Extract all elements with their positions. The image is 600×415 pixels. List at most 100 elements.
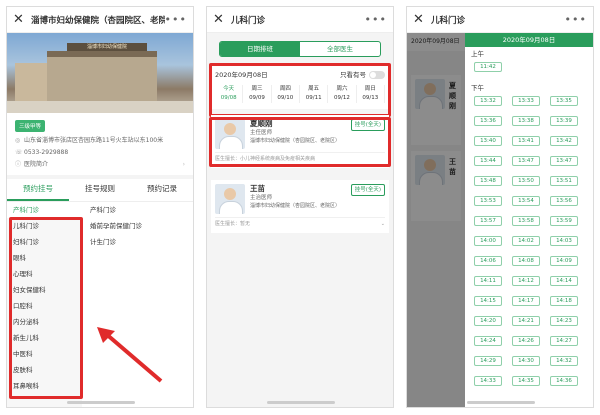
- time-slot-button[interactable]: 13:47: [550, 156, 578, 166]
- time-slot-button[interactable]: 14:12: [512, 276, 540, 286]
- time-slot-button[interactable]: 13:54: [512, 196, 540, 206]
- phone-row[interactable]: ☏ 0533-2929888: [15, 147, 185, 159]
- hospital-photo: 淄博市妇幼保健院: [7, 33, 193, 113]
- doctor-hospital: 淄博市妇幼保健院（杏园院区、老院区）: [250, 203, 341, 209]
- time-slot-button[interactable]: 13:58: [512, 216, 540, 226]
- tab-all-doctors[interactable]: 全部医生: [300, 42, 380, 56]
- avatar: [215, 184, 245, 214]
- time-slot-button[interactable]: 13:42: [550, 136, 578, 146]
- home-indicator: [267, 401, 335, 404]
- time-slot-button[interactable]: 13:53: [474, 196, 502, 206]
- time-slot-button[interactable]: 13:32: [474, 96, 502, 106]
- time-slot-button[interactable]: 13:36: [474, 116, 502, 126]
- time-slot-button[interactable]: 14:32: [550, 356, 578, 366]
- time-slot-button[interactable]: 14:17: [512, 296, 540, 306]
- doctor-title: 主治医师: [250, 195, 273, 201]
- time-slot-button[interactable]: 14:18: [550, 296, 578, 306]
- time-slot-button[interactable]: 14:08: [512, 256, 540, 266]
- phone-hospital: ✕ 淄博市妇幼保健院（杏园院区、老院区） ••• 淄博市妇幼保健院 三级甲等 ◎…: [6, 6, 194, 408]
- time-slot-button[interactable]: 13:56: [550, 196, 578, 206]
- title-bar: ✕ 淄博市妇幼保健院（杏园院区、老院区） •••: [7, 7, 193, 33]
- popup-date: 2020年09月08日: [465, 33, 593, 47]
- close-icon[interactable]: ✕: [13, 12, 27, 27]
- time-slot-button[interactable]: 14:15: [474, 296, 502, 306]
- time-slot-button[interactable]: 13:50: [512, 176, 540, 186]
- phone-timeslots: ✕ 儿科门诊 ••• 2020年09月08日 夏顺刚 王苗 2020年09月08…: [406, 6, 594, 408]
- phone-icon: ☏: [15, 149, 23, 156]
- time-slot-button[interactable]: 13:40: [474, 136, 502, 146]
- time-slot-button[interactable]: 14:20: [474, 316, 502, 326]
- time-slot-button[interactable]: 14:29: [474, 356, 502, 366]
- time-slot-button[interactable]: 13:35: [550, 96, 578, 106]
- doctor-card[interactable]: 王苗 主治医师 淄博市妇幼保健院（杏园院区、老院区） 挂号(全天) 医生擅长：暂…: [211, 180, 389, 233]
- tab-rules[interactable]: 挂号规则: [69, 179, 131, 201]
- address-row[interactable]: ◎ 山东省淄博市张店区杏园东路11号火车站以东100米: [15, 135, 185, 147]
- highlight-box: [209, 117, 391, 167]
- view-switch: 日期排班 全部医生: [219, 41, 381, 57]
- time-slot-button[interactable]: 14:23: [550, 316, 578, 326]
- time-slot-button[interactable]: 14:26: [512, 336, 540, 346]
- time-slot-button[interactable]: 11:42: [474, 62, 502, 72]
- arrow-annotation: [97, 327, 163, 383]
- chevron-right-icon: ›: [182, 161, 185, 168]
- time-slot-button[interactable]: 13:47: [512, 156, 540, 166]
- time-slot-button[interactable]: 13:44: [474, 156, 502, 166]
- tab-appointment[interactable]: 预约挂号: [7, 179, 69, 201]
- chevron-down-icon[interactable]: ⌄: [381, 220, 385, 229]
- time-slot-button[interactable]: 13:38: [512, 116, 540, 126]
- time-slot-button[interactable]: 14:27: [550, 336, 578, 346]
- tab-records[interactable]: 预约记录: [131, 179, 193, 201]
- department-item[interactable]: 产科门诊: [7, 202, 82, 218]
- time-slot-button[interactable]: 14:03: [550, 236, 578, 246]
- time-slot-button[interactable]: 14:24: [474, 336, 502, 346]
- time-slot-button[interactable]: 13:48: [474, 176, 502, 186]
- time-slot-button[interactable]: 14:06: [474, 256, 502, 266]
- sub-department-item[interactable]: 计生门诊: [82, 234, 193, 250]
- register-button[interactable]: 挂号(全天): [350, 184, 385, 196]
- grade-badge: 三级甲等: [15, 120, 46, 132]
- time-slot-button[interactable]: 14:02: [512, 236, 540, 246]
- time-slot-button[interactable]: 14:14: [550, 276, 578, 286]
- time-slot-button[interactable]: 14:09: [550, 256, 578, 266]
- home-indicator: [67, 401, 135, 404]
- page-title: 淄博市妇幼保健院（杏园院区、老院区）: [31, 15, 165, 26]
- more-icon[interactable]: •••: [365, 13, 387, 26]
- close-icon[interactable]: ✕: [413, 12, 427, 27]
- hospital-info: ◎ 山东省淄博市张店区杏园东路11号火车站以东100米 ☏ 0533-2929888…: [7, 135, 193, 175]
- time-slot-button[interactable]: 14:30: [512, 356, 540, 366]
- more-icon[interactable]: •••: [165, 13, 187, 26]
- time-slot-button[interactable]: 14:33: [474, 376, 502, 386]
- time-slot-button[interactable]: 14:00: [474, 236, 502, 246]
- time-slot-button[interactable]: 14:21: [512, 316, 540, 326]
- afternoon-label: 下午: [471, 84, 484, 92]
- time-slot-button[interactable]: 13:33: [512, 96, 540, 106]
- info-icon: ⓘ: [15, 161, 22, 168]
- morning-label: 上午: [471, 50, 484, 58]
- tab-bar: 预约挂号 挂号规则 预约记录: [7, 179, 193, 202]
- title-bar: ✕ 儿科门诊 •••: [407, 7, 593, 33]
- sub-department-item[interactable]: 产科门诊: [82, 202, 193, 218]
- morning-slots: 11:42: [465, 61, 593, 81]
- home-indicator: [467, 401, 535, 404]
- timeslot-popup: 2020年09月08日 上午 11:42 下午 13:32 13:33 13:35 1…: [465, 33, 593, 407]
- close-icon[interactable]: ✕: [213, 12, 227, 27]
- time-slot-button[interactable]: 13:57: [474, 216, 502, 226]
- time-slot-button[interactable]: 14:36: [550, 376, 578, 386]
- time-slot-button[interactable]: 13:51: [550, 176, 578, 186]
- afternoon-slots: 13:32 13:33 13:35 13:36 13:38 13:39 13:40 13:41…: [465, 95, 593, 395]
- time-slot-button[interactable]: 14:35: [512, 376, 540, 386]
- sub-department-item[interactable]: 婚前孕前保健门诊: [82, 218, 193, 234]
- title-bar: ✕ 儿科门诊 •••: [207, 7, 393, 33]
- time-slot-button[interactable]: 13:39: [550, 116, 578, 126]
- time-slot-button[interactable]: 13:59: [550, 216, 578, 226]
- highlight-box: [9, 217, 83, 399]
- hospital-sign: 淄博市妇幼保健院: [86, 44, 127, 50]
- highlight-box: [209, 63, 391, 117]
- time-slot-button[interactable]: 13:41: [512, 136, 540, 146]
- page-title: 儿科门诊: [231, 15, 266, 26]
- intro-row[interactable]: ⓘ 医院简介 ›: [15, 159, 185, 171]
- more-icon[interactable]: •••: [565, 13, 587, 26]
- tab-schedule[interactable]: 日期排班: [220, 42, 300, 56]
- doctor-name: 王苗: [250, 184, 265, 193]
- time-slot-button[interactable]: 14:11: [474, 276, 502, 286]
